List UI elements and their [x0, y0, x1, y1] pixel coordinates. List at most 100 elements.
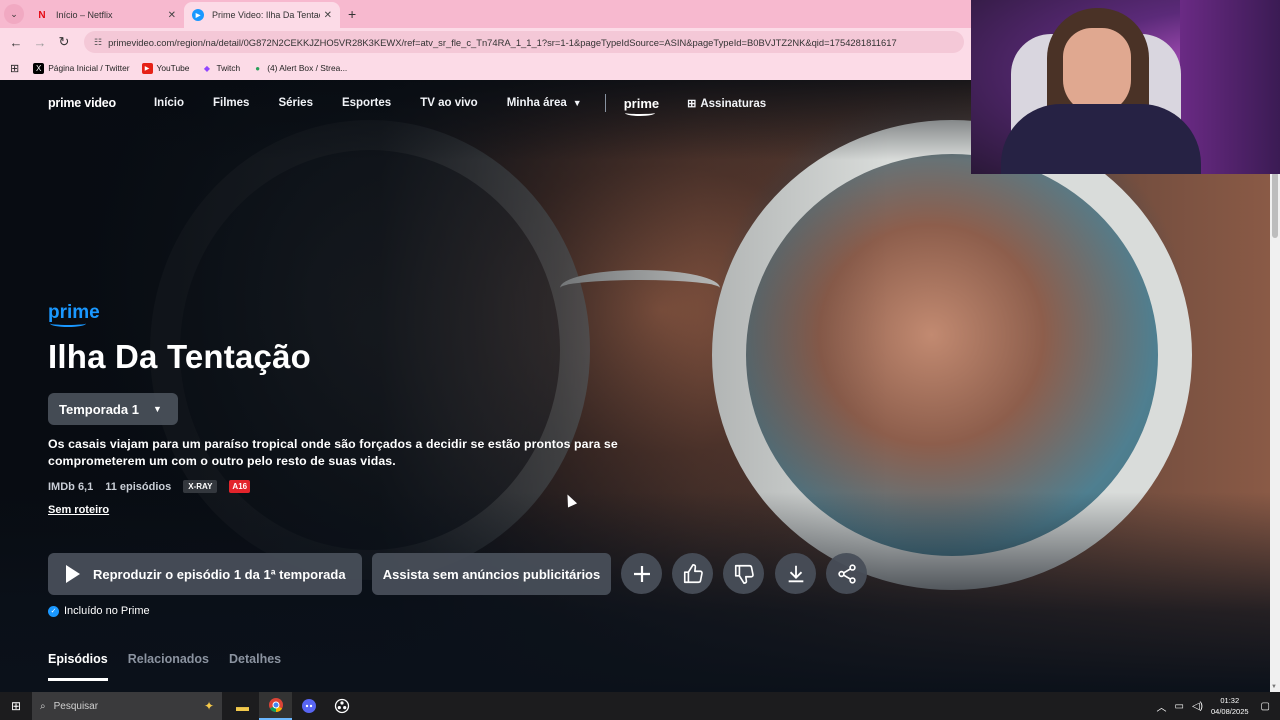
bookmark-label: Twitch: [216, 63, 241, 73]
back-icon[interactable]: ←: [4, 35, 28, 50]
tab-search-chevron-icon[interactable]: ⌄: [4, 4, 24, 24]
sparkle-icon: ✦: [203, 699, 214, 713]
network-icon[interactable]: ▭: [1175, 701, 1184, 712]
taskbar-clock[interactable]: 01:32 04/08/2025: [1211, 695, 1249, 717]
netflix-icon: N: [38, 9, 46, 21]
webcam-person-face: [1063, 28, 1131, 114]
close-tab-icon[interactable]: ✕: [324, 10, 332, 21]
bookmark-youtube[interactable]: ▶ YouTube: [141, 62, 190, 74]
prime-logo-text: prime: [623, 95, 660, 111]
bookmark-label: Página Inicial / Twitter: [48, 63, 130, 73]
bookmark-label: (4) Alert Box / Strea...: [267, 63, 348, 73]
tab-title: Prime Video: Ilha Da Tentação: [212, 10, 320, 20]
title-metadata: IMDb 6,1 11 episódios X-RAY A16: [48, 480, 262, 493]
url-text: primevideo.com/region/na/detail/0G872N2C…: [108, 36, 897, 48]
season-label: Temporada 1: [59, 401, 139, 417]
scroll-down-icon[interactable]: ▼: [1271, 684, 1277, 690]
webcam-person-shirt: [1001, 104, 1201, 174]
scrollbar-thumb[interactable]: [1272, 172, 1278, 238]
add-to-watchlist-button[interactable]: [621, 553, 662, 594]
taskbar-search[interactable]: ⌕ Pesquisar ✦: [32, 692, 222, 720]
nav-item-tv-ao-vivo[interactable]: TV ao vivo: [420, 97, 478, 109]
prime-smile-icon: [50, 320, 86, 327]
nav-item-inicio[interactable]: Início: [154, 97, 184, 109]
plus-icon: [633, 565, 650, 582]
prime-badge: prime: [48, 302, 100, 327]
windows-taskbar: ⊞ ⌕ Pesquisar ✦ ▬ ︿ ▭ ◁) 01:32 04/08/202…: [0, 692, 1280, 720]
check-circle-icon: ✓: [48, 605, 59, 617]
nav-item-minha-area[interactable]: Minha área ▼: [507, 97, 582, 109]
clock-date: 04/08/2025: [1211, 707, 1249, 716]
system-tray: ︿ ▭ ◁) 01:32 04/08/2025 ▢: [1157, 695, 1280, 717]
xray-badge: X-RAY: [183, 480, 218, 493]
tab-relacionados[interactable]: Relacionados: [128, 652, 209, 681]
play-button-label: Reproduzir o episódio 1 da 1ª temporada: [93, 566, 346, 582]
nav-item-esportes[interactable]: Esportes: [342, 97, 391, 109]
like-button[interactable]: [672, 553, 713, 594]
share-button[interactable]: [826, 553, 867, 594]
address-bar[interactable]: ☷ primevideo.com/region/na/detail/0G872N…: [84, 31, 964, 53]
browser-tab-netflix[interactable]: N Início – Netflix ✕: [28, 2, 184, 28]
chevron-down-icon: ▼: [572, 98, 582, 108]
included-in-prime: ✓ Incluído no Prime: [48, 605, 150, 617]
subscriptions-grid-icon: ⊞: [687, 97, 697, 110]
imdb-rating: IMDb 6,1: [48, 480, 94, 493]
prime-video-logo[interactable]: prime video: [48, 96, 116, 110]
chrome-icon[interactable]: [259, 692, 292, 720]
tab-title: Início – Netflix: [56, 10, 113, 20]
twitch-icon: ◆: [203, 63, 211, 73]
chevron-down-icon: ▼: [152, 404, 162, 414]
detail-tabs: Episódios Relacionados Detalhes: [48, 652, 301, 681]
file-explorer-icon[interactable]: ▬: [226, 692, 259, 720]
forward-icon[interactable]: →: [28, 35, 52, 50]
nav-item-label: Minha área: [506, 97, 567, 109]
notifications-icon[interactable]: ▢: [1261, 701, 1270, 712]
nav-divider: [604, 94, 606, 112]
nav-item-label: Assinaturas: [700, 97, 767, 110]
page-title: Ilha Da Tentação: [48, 338, 311, 375]
season-selector[interactable]: Temporada 1 ▼: [48, 393, 178, 425]
genre-link-sem-roteiro[interactable]: Sem roteiro: [48, 504, 109, 516]
download-icon: [788, 565, 803, 582]
download-button[interactable]: [775, 553, 816, 594]
nav-item-filmes[interactable]: Filmes: [213, 97, 249, 109]
tab-episodios[interactable]: Episódios: [48, 652, 108, 681]
bookmark-twitch[interactable]: ◆ Twitch: [201, 63, 240, 74]
thumbs-up-icon: [683, 563, 703, 583]
synopsis: Os casais viajam para um paraíso tropica…: [48, 437, 618, 468]
apps-grid-icon[interactable]: ⊞: [10, 62, 19, 75]
ad-free-button[interactable]: Assista sem anúncios publicitários: [372, 553, 611, 595]
reload-icon[interactable]: ↻: [52, 34, 76, 50]
browser-tab-prime-video[interactable]: ▶ Prime Video: Ilha Da Tentação ✕: [184, 2, 340, 28]
windows-start-icon[interactable]: ⊞: [0, 699, 32, 713]
prime-logo-link[interactable]: prime: [623, 95, 660, 116]
search-icon: ⌕: [40, 700, 46, 712]
included-label: Incluído no Prime: [64, 605, 150, 617]
nav-item-series[interactable]: Séries: [278, 97, 313, 109]
clock-time: 01:32: [1220, 696, 1240, 705]
bookmark-alert-box[interactable]: ● (4) Alert Box / Strea...: [252, 63, 347, 74]
age-rating-badge: A16: [229, 480, 251, 493]
youtube-icon: ▶: [141, 62, 153, 74]
bookmark-twitter[interactable]: X Página Inicial / Twitter: [33, 62, 130, 74]
nav-item-assinaturas[interactable]: ⊞ Assinaturas: [687, 97, 766, 110]
new-tab-icon[interactable]: +: [348, 6, 356, 22]
volume-icon[interactable]: ◁): [1192, 701, 1203, 712]
discord-icon[interactable]: [292, 692, 325, 720]
bookmark-label: YouTube: [156, 63, 190, 73]
thumbs-down-icon: [734, 564, 754, 584]
taskbar-search-placeholder: Pesquisar: [53, 700, 99, 712]
webcam-overlay: [971, 0, 1280, 174]
tray-overflow-icon[interactable]: ︿: [1157, 699, 1167, 714]
site-info-icon[interactable]: ☷: [94, 37, 102, 48]
tab-detalhes[interactable]: Detalhes: [229, 652, 281, 681]
discord-logo-icon: [301, 699, 316, 713]
close-tab-icon[interactable]: ✕: [168, 10, 176, 21]
dislike-button[interactable]: [723, 553, 764, 594]
prime-smile-icon: [624, 110, 655, 116]
play-icon: [66, 565, 80, 583]
x-icon: X: [33, 62, 45, 74]
play-episode-button[interactable]: Reproduzir o episódio 1 da 1ª temporada: [48, 553, 362, 595]
obs-icon[interactable]: [325, 692, 358, 720]
chrome-logo-icon: [268, 698, 283, 713]
